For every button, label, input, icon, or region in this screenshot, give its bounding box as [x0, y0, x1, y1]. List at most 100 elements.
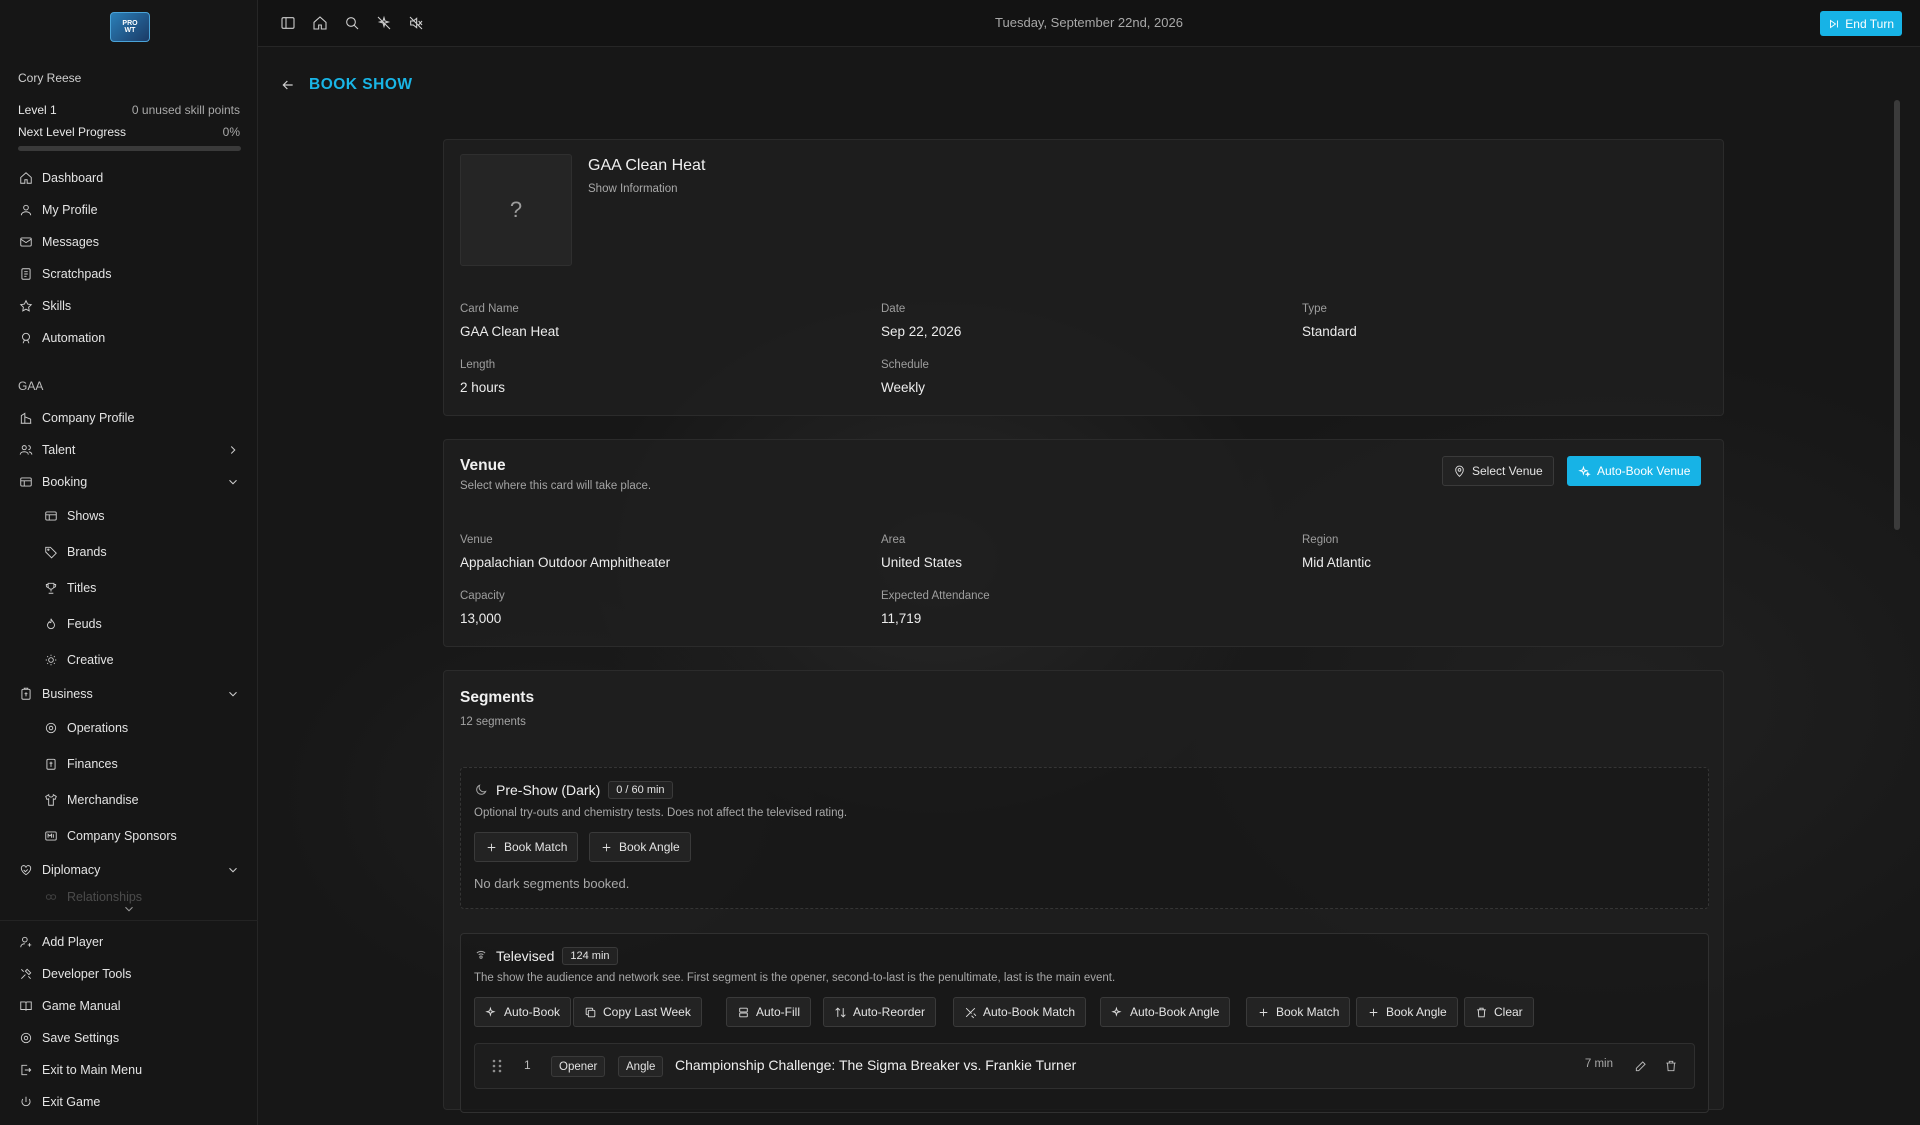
- plus-icon: [1259, 1008, 1268, 1016]
- sidebar-item-label: Dashboard: [42, 171, 104, 185]
- sidebar-item-shows[interactable]: Shows: [0, 498, 258, 534]
- sidebar-item-label: Booking: [42, 475, 88, 489]
- sidebar-item-exit-game[interactable]: Exit Game: [0, 1086, 258, 1118]
- search-icon[interactable]: [344, 15, 360, 31]
- sidebar-item-finances[interactable]: Finances: [0, 746, 258, 782]
- sidebar-item-brands[interactable]: Brands: [0, 534, 258, 570]
- sidebar-item-save-settings[interactable]: Save Settings: [0, 1022, 258, 1054]
- user-plus-icon: [19, 935, 33, 949]
- sidebar-item-developer-tools[interactable]: Developer Tools: [0, 958, 258, 990]
- mail-icon: [19, 235, 33, 249]
- auto-fill-button[interactable]: Auto-Fill: [726, 997, 812, 1027]
- card-name-value: GAA Clean Heat: [460, 324, 560, 339]
- auto-reorder-button[interactable]: Auto-Reorder: [823, 997, 937, 1027]
- book-match-button[interactable]: Book Match: [1246, 997, 1351, 1027]
- sidebar-item-creative[interactable]: Creative: [0, 642, 258, 678]
- sponsor-icon: [44, 829, 58, 843]
- sidebar-item-merchandise[interactable]: Merchandise: [0, 782, 258, 818]
- end-turn-button[interactable]: End Turn: [1820, 11, 1902, 36]
- back-arrow-icon[interactable]: [280, 77, 296, 93]
- book-angle-label: Book Angle: [1386, 1005, 1447, 1019]
- chevron-down-icon: [226, 863, 240, 877]
- sound-off-icon[interactable]: [408, 15, 424, 31]
- televised-header: Televised 124 min: [474, 947, 618, 965]
- main-scrollbar[interactable]: [1894, 100, 1900, 530]
- sidebar-item-operations[interactable]: Operations: [0, 710, 258, 746]
- segment-title: Championship Challenge: The Sigma Breake…: [675, 1057, 1077, 1073]
- sidebar-item-scratchpads[interactable]: Scratchpads: [0, 258, 258, 290]
- plus-icon: [1369, 1008, 1378, 1016]
- sidebar-toggle-icon[interactable]: [280, 15, 296, 31]
- preshow-book-match-button[interactable]: Book Match: [474, 832, 579, 862]
- drag-handle-icon[interactable]: [491, 1058, 503, 1074]
- company-nav: Company Profile Talent Booking Shows Bra…: [0, 402, 258, 908]
- auto-book-venue-button[interactable]: Auto-Book Venue: [1567, 456, 1702, 486]
- sidebar-item-company-profile[interactable]: Company Profile: [0, 402, 258, 434]
- sidebar-item-label: Company Sponsors: [67, 829, 177, 843]
- app-logo[interactable]: PRO WT: [110, 12, 150, 42]
- sidebar-item-label: Scratchpads: [42, 267, 112, 281]
- sidebar-item-automation[interactable]: Automation: [0, 322, 258, 354]
- notepad-icon: [19, 267, 33, 281]
- sidebar-item-label: Merchandise: [67, 793, 139, 807]
- home-icon[interactable]: [312, 15, 328, 31]
- area-value: United States: [881, 555, 963, 570]
- auto-book-match-button[interactable]: Auto-Book Match: [953, 997, 1087, 1027]
- edit-icon[interactable]: [1634, 1059, 1648, 1073]
- length-label: Length: [460, 359, 496, 371]
- scroll-more-icon[interactable]: [122, 902, 136, 916]
- book-icon: [19, 999, 33, 1013]
- sidebar-item-my-profile[interactable]: My Profile: [0, 194, 258, 226]
- attendance-label: Expected Attendance: [881, 590, 990, 602]
- clear-button[interactable]: Clear: [1464, 997, 1534, 1027]
- bottom-nav: Add Player Developer Tools Game Manual S…: [0, 926, 258, 1118]
- schedule-label: Schedule: [881, 359, 929, 371]
- player-level: Level 1: [18, 103, 57, 117]
- sidebar-item-business[interactable]: Business: [0, 678, 258, 710]
- area-label: Area: [881, 534, 906, 546]
- book-match-label: Book Match: [504, 840, 568, 854]
- briefcase-icon: [19, 687, 33, 701]
- attendance-value: 11,719: [881, 611, 922, 626]
- select-venue-button[interactable]: Select Venue: [1442, 456, 1554, 486]
- schedule-value: Weekly: [881, 380, 926, 395]
- sidebar-item-game-manual[interactable]: Game Manual: [0, 990, 258, 1022]
- sidebar-item-label: Automation: [42, 331, 106, 345]
- show-title: GAA Clean Heat: [588, 157, 706, 174]
- sidebar-item-messages[interactable]: Messages: [0, 226, 258, 258]
- gear-icon: [44, 721, 58, 735]
- sidebar: PRO WT Cory Reese Level 1 0 unused skill …: [0, 0, 258, 1125]
- copy-last-week-button[interactable]: Copy Last Week: [573, 997, 702, 1027]
- sparkle-off-icon[interactable]: [376, 15, 392, 31]
- chevron-down-icon: [226, 687, 240, 701]
- sidebar-item-diplomacy[interactable]: Diplomacy: [0, 854, 258, 886]
- tools-icon: [19, 967, 33, 981]
- flame-icon: [44, 617, 58, 631]
- auto-book-angle-button[interactable]: Auto-Book Angle: [1100, 997, 1231, 1027]
- lightbulb-icon: [44, 653, 58, 667]
- auto-book-angle-label: Auto-Book Angle: [1130, 1005, 1220, 1019]
- sidebar-item-company-sponsors[interactable]: Company Sponsors: [0, 818, 258, 854]
- preshow-panel: Pre-Show (Dark) 0 / 60 min Optional try-…: [460, 767, 1709, 909]
- sidebar-item-dashboard[interactable]: Dashboard: [0, 162, 258, 194]
- robot-icon: [19, 331, 33, 345]
- sidebar-item-skills[interactable]: Skills: [0, 290, 258, 322]
- show-thumbnail[interactable]: ?: [460, 154, 572, 266]
- auto-book-button[interactable]: Auto-Book: [474, 997, 572, 1027]
- map-pin-icon: [1455, 465, 1464, 477]
- booking-icon: [19, 475, 33, 489]
- book-angle-button[interactable]: Book Angle: [1356, 997, 1458, 1027]
- sidebar-item-booking[interactable]: Booking: [0, 466, 258, 498]
- preshow-book-angle-button[interactable]: Book Angle: [589, 832, 691, 862]
- date-label: Date: [881, 303, 906, 315]
- main-nav: Dashboard My Profile Messages Scratchpad…: [0, 162, 258, 354]
- sidebar-item-add-player[interactable]: Add Player: [0, 926, 258, 958]
- sidebar-item-label: Creative: [67, 653, 114, 667]
- sidebar-item-feuds[interactable]: Feuds: [0, 606, 258, 642]
- sidebar-item-titles[interactable]: Titles: [0, 570, 258, 606]
- sidebar-item-exit-main-menu[interactable]: Exit to Main Menu: [0, 1054, 258, 1086]
- sidebar-item-label: Messages: [42, 235, 99, 249]
- table-row[interactable]: 1 Opener Angle Championship Challenge: T…: [474, 1043, 1695, 1089]
- sidebar-item-talent[interactable]: Talent: [0, 434, 258, 466]
- trash-icon[interactable]: [1664, 1059, 1678, 1073]
